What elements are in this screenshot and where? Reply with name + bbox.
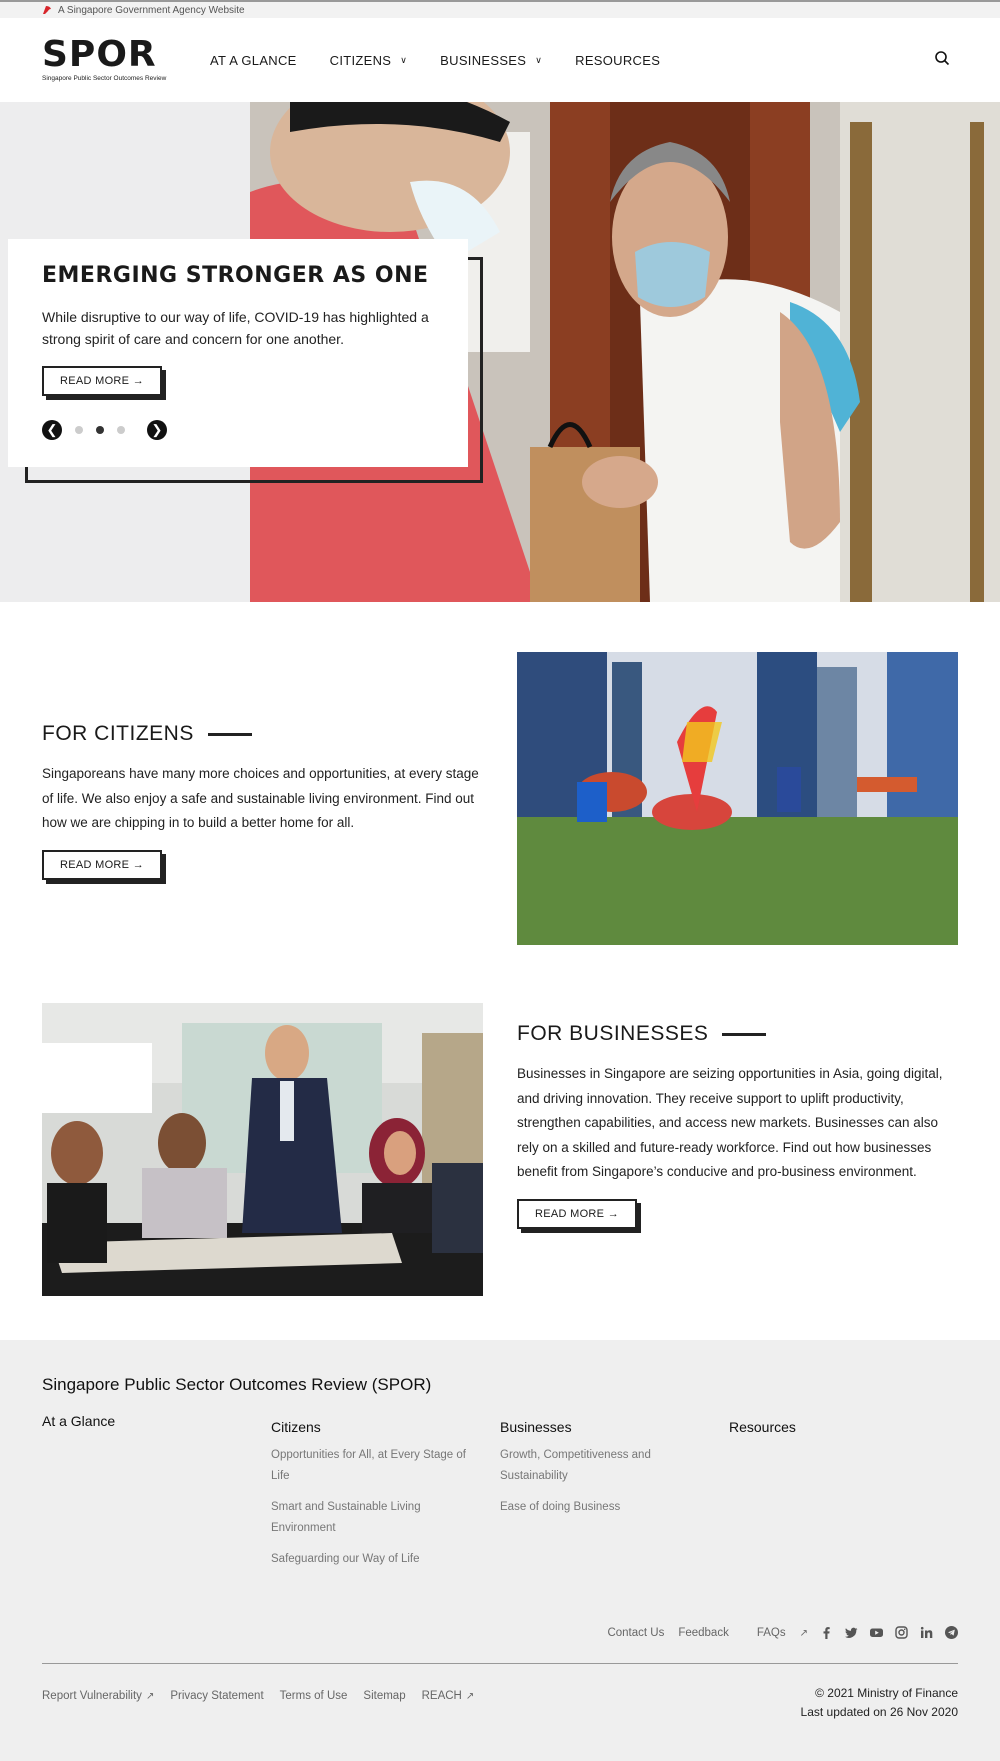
youtube-icon[interactable] <box>870 1626 883 1639</box>
privacy-statement-link[interactable]: Privacy Statement <box>170 1690 263 1702</box>
copyright-text: © 2021 Ministry of Finance <box>815 1686 958 1700</box>
arrow-right-icon: → <box>132 375 144 387</box>
section-title-text: FOR CITIZENS <box>42 722 194 745</box>
linkedin-icon[interactable] <box>920 1626 933 1639</box>
search-icon[interactable] <box>934 50 950 66</box>
external-link-icon: ↗ <box>799 1627 808 1639</box>
link-label: Report Vulnerability <box>42 1690 142 1702</box>
chevron-down-icon: ∨ <box>400 54 408 65</box>
carousel-dot[interactable] <box>117 426 125 434</box>
facebook-icon[interactable] <box>820 1626 833 1639</box>
hero-description: While disruptive to our way of life, COV… <box>42 309 429 347</box>
nav-at-a-glance[interactable]: AT A GLANCE <box>210 53 297 68</box>
report-vulnerability-link[interactable]: Report Vulnerability ↗ <box>42 1690 154 1702</box>
faqs-label: FAQs <box>756 1626 786 1639</box>
site-footer: Singapore Public Sector Outcomes Review … <box>0 1340 1000 1761</box>
footer-col-head[interactable]: Resources <box>729 1419 958 1435</box>
footer-link[interactable]: Growth, Competitiveness and Sustainabili… <box>500 1445 700 1487</box>
instagram-icon[interactable] <box>895 1626 908 1639</box>
citizens-title: FOR CITIZENS <box>42 722 487 746</box>
nav-citizens[interactable]: CITIZENS ∨ <box>330 53 408 68</box>
link-label: REACH <box>421 1690 462 1702</box>
button-label: READ MORE <box>60 375 130 387</box>
carousel-dot-active[interactable] <box>96 426 104 434</box>
citizens-image <box>517 652 958 945</box>
terms-of-use-link[interactable]: Terms of Use <box>280 1690 348 1702</box>
telegram-icon[interactable] <box>945 1626 958 1639</box>
citizens-description: Singaporeans have many more choices and … <box>42 766 479 830</box>
arrow-right-icon: → <box>132 858 144 871</box>
businesses-image <box>42 1003 483 1296</box>
footer-columns: At a Glance Citizens Opportunities for A… <box>42 1413 958 1570</box>
footer-col-head[interactable]: At a Glance <box>42 1413 271 1429</box>
gov-masthead: A Singapore Government Agency Website <box>0 0 1000 18</box>
site-header: SPOR Singapore Public Sector Outcomes Re… <box>0 18 1000 102</box>
hero-card: EMERGING STRONGER AS ONE While disruptiv… <box>8 239 468 467</box>
contact-us-link[interactable]: Contact Us <box>607 1627 664 1639</box>
footer-title: Singapore Public Sector Outcomes Review … <box>42 1375 432 1394</box>
footer-link[interactable]: Ease of doing Business <box>500 1497 700 1518</box>
footer-legal-links: Report Vulnerability ↗ Privacy Statement … <box>42 1690 490 1702</box>
nav-label: AT A GLANCE <box>210 52 297 68</box>
footer-col-head[interactable]: Citizens <box>271 1419 500 1435</box>
external-link-icon: ↗ <box>145 1691 155 1702</box>
chevron-down-icon: ∨ <box>535 54 543 65</box>
citizens-section: FOR CITIZENS Singaporeans have many more… <box>0 602 1000 952</box>
footer-divider <box>42 1663 958 1664</box>
site-logo[interactable]: SPOR Singapore Public Sector Outcomes Re… <box>42 34 172 83</box>
footer-utility-links: Contact Us Feedback FAQs ↗ <box>593 1626 958 1639</box>
copyright-block: © 2021 Ministry of Finance Last updated … <box>801 1684 958 1722</box>
feedback-link[interactable]: Feedback <box>678 1627 729 1639</box>
sitemap-link[interactable]: Sitemap <box>363 1690 405 1702</box>
citizens-read-more-button[interactable]: READ MORE → <box>42 849 162 880</box>
button-label: READ MORE <box>60 858 130 871</box>
carousel-prev-icon[interactable]: ❮ <box>42 420 62 440</box>
logo-subtitle: Singapore Public Sector Outcomes Review <box>42 75 167 82</box>
title-underline <box>207 732 252 736</box>
footer-col-citizens: Citizens Opportunities for All, at Every… <box>271 1419 500 1570</box>
title-underline <box>722 1032 767 1036</box>
main-nav: AT A GLANCE CITIZENS ∨ BUSINESSES ∨ RESOUR… <box>210 53 693 68</box>
footer-col-glance: At a Glance <box>42 1413 271 1570</box>
nav-resources[interactable]: RESOURCES <box>575 53 660 68</box>
carousel-next-icon[interactable]: ❯ <box>147 420 167 440</box>
logo-text: SPOR <box>42 34 157 75</box>
footer-link[interactable]: Safeguarding our Way of Life <box>271 1549 471 1570</box>
businesses-description: Businesses in Singapore are seizing oppo… <box>517 1066 943 1179</box>
arrow-right-icon: → <box>607 1207 619 1220</box>
masthead-text: A Singapore Government Agency Website <box>58 4 245 16</box>
external-link-icon: ↗ <box>465 1691 475 1702</box>
hero-banner: EMERGING STRONGER AS ONE While disruptiv… <box>0 102 1000 602</box>
nav-label: BUSINESSES <box>440 52 527 68</box>
footer-link[interactable]: Opportunities for All, at Every Stage of… <box>271 1445 471 1487</box>
businesses-read-more-button[interactable]: READ MORE → <box>517 1198 637 1229</box>
last-updated-text: Last updated on 26 Nov 2020 <box>800 1705 958 1719</box>
nav-label: RESOURCES <box>575 52 661 68</box>
nav-label: CITIZENS <box>329 52 392 68</box>
faqs-link[interactable]: FAQs ↗ <box>743 1627 808 1639</box>
nav-businesses[interactable]: BUSINESSES ∨ <box>440 53 542 68</box>
twitter-icon[interactable] <box>845 1626 858 1639</box>
lion-head-icon <box>43 6 51 14</box>
footer-col-resources: Resources <box>729 1419 958 1570</box>
carousel-controls: ❮ ❯ <box>42 420 434 440</box>
section-title-text: FOR BUSINESSES <box>517 1022 709 1045</box>
button-label: READ MORE <box>535 1207 605 1220</box>
footer-link[interactable]: Smart and Sustainable Living Environment <box>271 1497 471 1539</box>
footer-col-head[interactable]: Businesses <box>500 1419 729 1435</box>
carousel-dot[interactable] <box>75 426 83 434</box>
footer-col-businesses: Businesses Growth, Competitiveness and S… <box>500 1419 729 1570</box>
reach-link[interactable]: REACH ↗ <box>422 1690 475 1702</box>
businesses-section: FOR BUSINESSES Businesses in Singapore a… <box>0 952 1000 1302</box>
hero-read-more-button[interactable]: READ MORE → <box>42 366 162 396</box>
businesses-title: FOR BUSINESSES <box>517 1022 962 1046</box>
hero-title: EMERGING STRONGER AS ONE <box>42 263 429 288</box>
